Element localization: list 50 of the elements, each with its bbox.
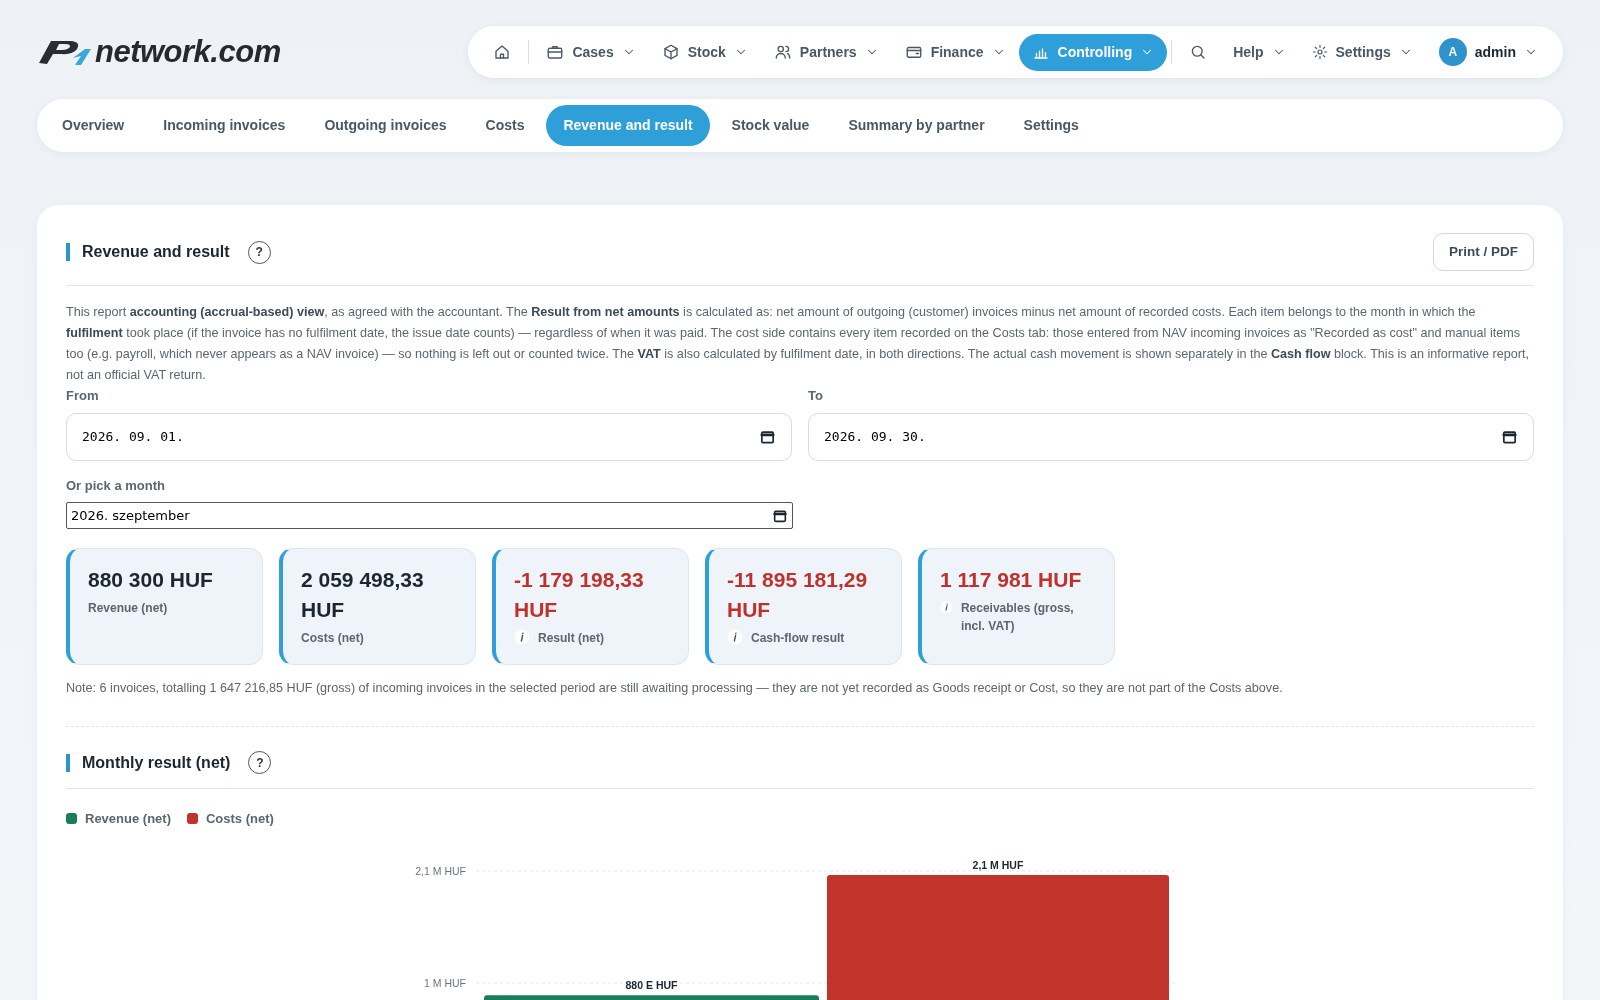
stat-label: Result (net) [538,630,604,648]
tab[interactable]: Stock value [714,105,827,146]
legend-label: Revenue (net) [85,810,171,829]
briefcase-icon [546,43,565,61]
tab[interactable]: Incoming invoices [146,105,303,146]
axis-label: 1 M HUF [424,976,466,989]
settings-icon [1311,44,1328,60]
note-text: Note: 6 invoices, totalling 1 647 216,85 HUF (gross) of incoming invoices in the selected period are still awaiting processing — they are not yet recorded as Goods receipt or Cost, so they are not part of the Costs above. [66,680,1284,698]
value-label: 880 E HUF [625,978,678,991]
stat-value: 2 059 498,33 HUF [301,567,425,624]
calendar-icon[interactable] [1501,428,1518,446]
field-label: To [808,387,824,406]
stat-label: Receivables (gross, incl. VAT) [960,600,1075,636]
stat-value: -1 179 198,33 HUF [514,567,645,624]
home-icon [493,43,512,61]
user-menu[interactable]: A admin [1425,30,1551,74]
stat-label: Revenue (net) [88,600,169,618]
section-title: Monthly result (net) [66,753,231,772]
field-label: From [66,387,100,406]
date-field[interactable]: 2026. 09. 01. [66,412,792,461]
axis-label: 2,1 M HUF [415,864,466,877]
tab[interactable]: Overview [45,105,142,146]
nav-item[interactable]: Help [1220,33,1299,71]
users-icon [773,43,792,61]
nav-item[interactable]: Finance [891,33,1019,71]
calendar-icon[interactable] [759,428,776,446]
logo-text: network.com [95,32,281,71]
nav-item[interactable]: Partners [760,33,892,71]
nav-item[interactable]: Cases [533,33,649,71]
field-label: Or pick a month [66,476,166,495]
stat-value: -11 895 181,29 HUF [727,567,869,624]
nav-item[interactable]: Settings [1298,33,1426,71]
value-label: 2,1 M HUF [972,858,1024,871]
print-button[interactable]: Print / PDF [1433,233,1534,272]
box-icon [661,43,680,61]
tab[interactable]: Summary by partner [831,105,1002,146]
tab[interactable]: Outgoing invoices [307,105,464,146]
stat-value: 1 117 981 HUF [940,567,1083,594]
date-field[interactable]: 2026. 09. 30. [808,412,1534,461]
tab[interactable]: Costs [468,105,542,146]
stat-label: Costs (net) [301,630,365,648]
stat-value: 880 300 HUF [88,567,214,594]
stat-label: Cash-flow result [751,630,845,648]
month-field[interactable]: 2026. szeptember [66,502,793,530]
tab[interactable]: Settings [1006,105,1096,146]
legend-label: Costs (net) [205,810,274,829]
nav-item[interactable]: Stock [648,33,761,71]
avatar: A [1438,38,1467,66]
section-title: Revenue and result [66,243,230,262]
description: This report accounting (accrual-based) view, as agreed with the accountant. The Result from net amounts is calculated as: net amount of outgoing (customer) invoices minus net amount of recorded costs. Each item belongs to the month in which the fulfilment took place (if the invoice has no fulfilment date, the issue date counts) — regardless of when it was paid. The cost side contains every item recorded on the Costs tab: those entered from NAV incoming invoices as "Recorded as cost" and manual items too (e.g. payroll, which never appears as a NAV invoice) — so nothing is left out or counted twice. The VAT is also calculated by fulfilment date, in both directions. The actual cash movement is shown separately in the Cash flow block. This is an informative report, not an official VAT return. [66,304,1531,385]
